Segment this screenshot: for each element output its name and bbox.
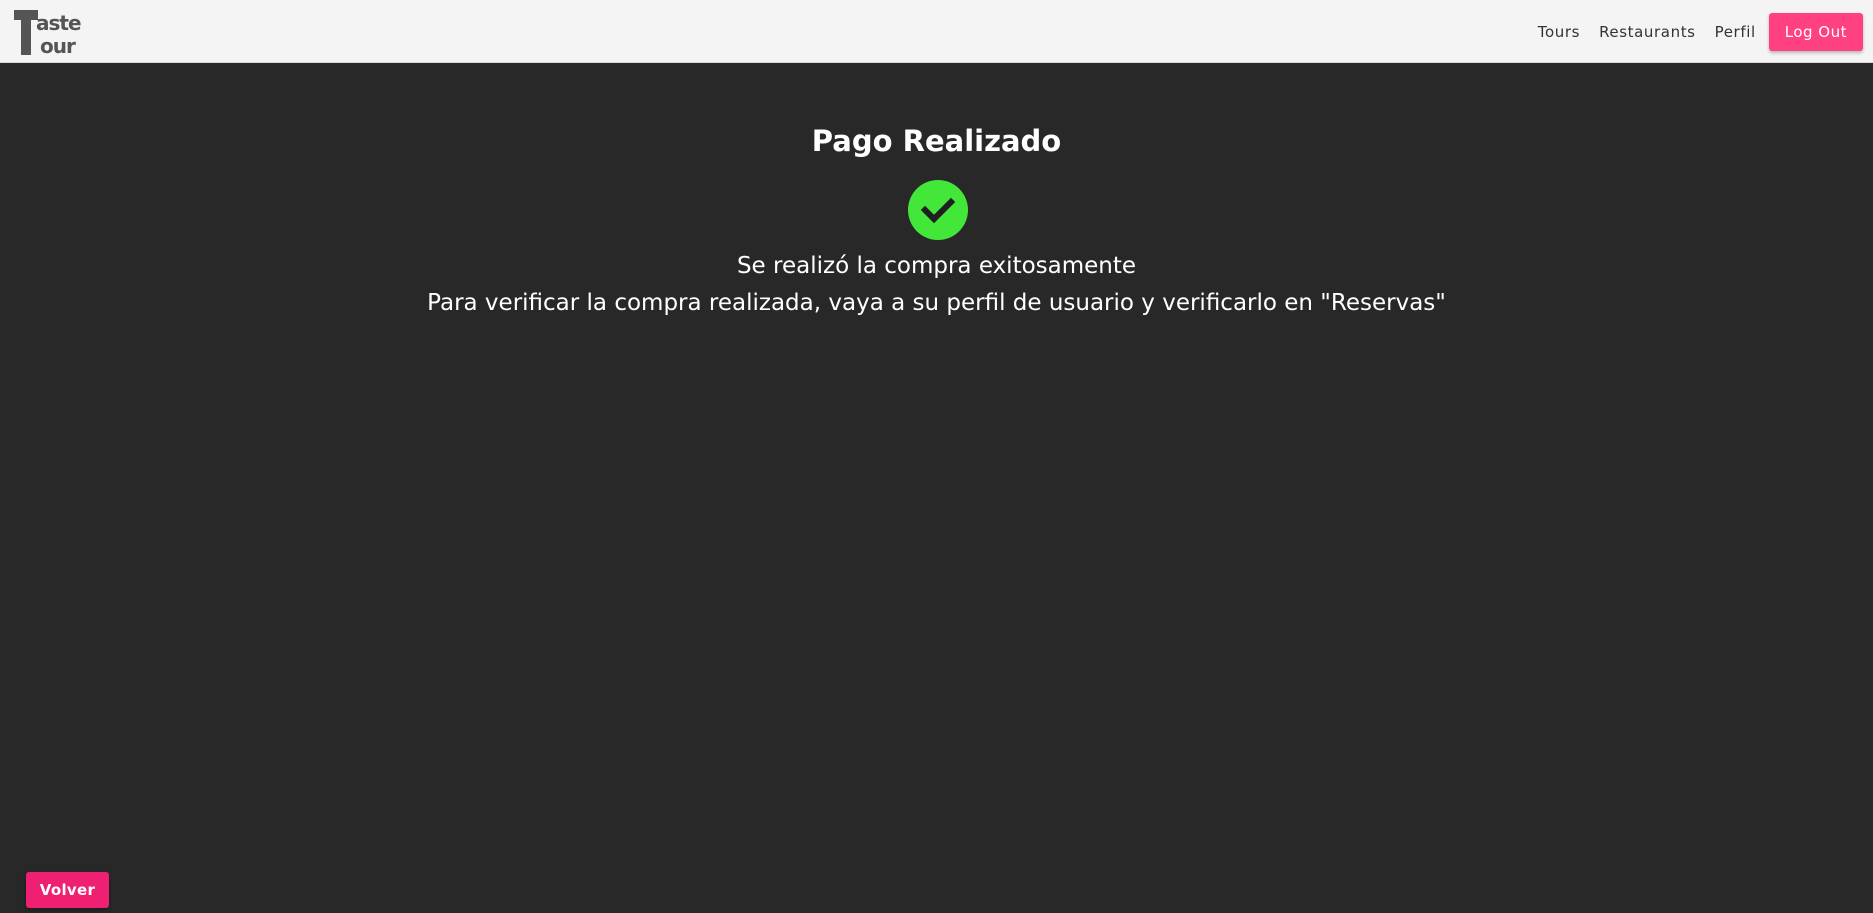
top-navbar: aste our Tours Restaurants Perfil Log Ou… (0, 0, 1873, 63)
page-title: Pago Realizado (811, 124, 1062, 158)
payment-confirmation: Pago Realizado Se realizó la compra exit… (0, 63, 1873, 913)
back-button[interactable]: Volver (26, 872, 109, 908)
success-message: Se realizó la compra exitosamente (736, 253, 1137, 279)
logout-button[interactable]: Log Out (1768, 13, 1863, 51)
taste-tour-logo[interactable]: aste our (14, 8, 106, 56)
svg-text:our: our (40, 34, 76, 56)
nav-links: Tours Restaurants Perfil Log Out (1519, 13, 1863, 51)
nav-tours-link[interactable]: Tours (1538, 23, 1580, 41)
nav-restaurants-link[interactable]: Restaurants (1599, 23, 1696, 41)
verification-instructions: Para verificar la compra realizada, vaya… (427, 290, 1446, 316)
svg-text:aste: aste (36, 11, 81, 35)
check-circle-icon (908, 180, 968, 240)
nav-perfil-link[interactable]: Perfil (1715, 23, 1756, 41)
